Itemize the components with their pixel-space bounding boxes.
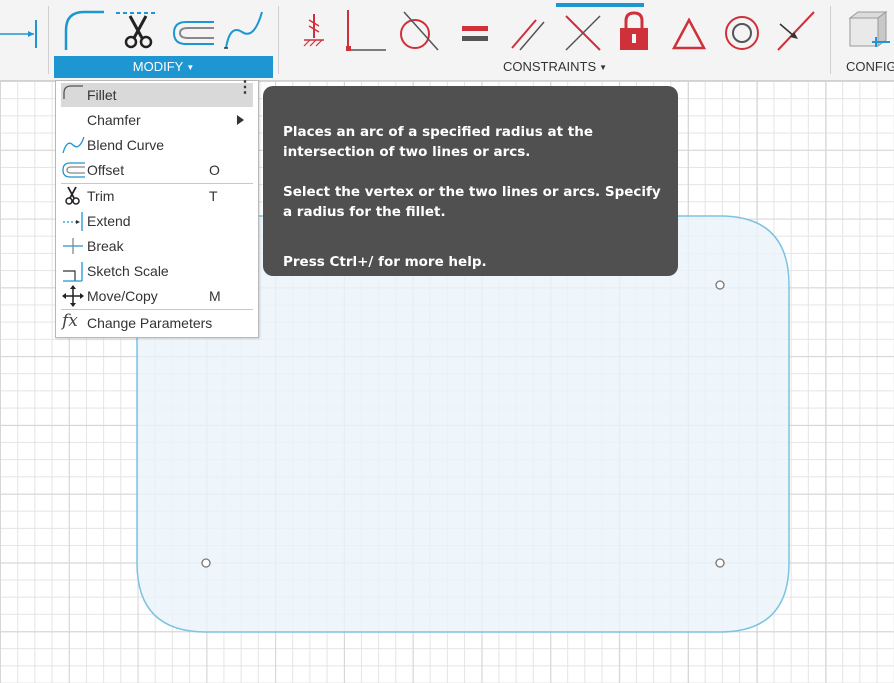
menu-item-label: Sketch Scale <box>87 263 169 279</box>
trim-icon <box>61 184 85 208</box>
menu-item-label: Change Parameters <box>87 315 213 331</box>
tooltip-help-hint: Press Ctrl+/ for more help. <box>283 254 487 270</box>
sketch-point[interactable] <box>715 558 725 568</box>
menu-item-label: Break <box>87 238 124 254</box>
menu-item-sketch-scale[interactable]: Sketch Scale <box>61 259 253 283</box>
modify-dropdown-menu: Fillet ⋮ Chamfer Blend Curve Offset O Tr… <box>55 80 259 338</box>
menu-item-move-copy[interactable]: Move/Copy M <box>61 284 253 308</box>
menu-item-fillet[interactable]: Fillet ⋮ <box>61 80 253 107</box>
menu-item-change-parameters[interactable]: fx Change Parameters <box>61 310 253 336</box>
menu-item-label: Move/Copy <box>87 288 158 304</box>
move-icon <box>61 284 85 308</box>
offset-icon <box>61 158 85 182</box>
menu-item-label: Fillet <box>87 87 117 103</box>
extend-icon <box>61 209 85 233</box>
sketch-point[interactable] <box>715 280 725 290</box>
tooltip-description: Places an arc of a specified radius at t… <box>283 124 593 160</box>
menu-item-label: Chamfer <box>87 112 141 128</box>
menu-item-label: Trim <box>87 188 115 204</box>
submenu-arrow-icon <box>237 115 244 125</box>
fillet-tooltip: Places an arc of a specified radius at t… <box>263 86 678 276</box>
break-icon <box>61 234 85 258</box>
sketch-scale-icon <box>61 259 85 283</box>
menu-item-chamfer[interactable]: Chamfer <box>61 108 253 132</box>
fx-icon: fx <box>62 311 78 331</box>
tooltip-instructions: Select the vertex or the two lines or ar… <box>283 184 661 220</box>
menu-item-label: Extend <box>87 213 131 229</box>
menu-item-shortcut: T <box>209 188 218 204</box>
menu-item-break[interactable]: Break <box>61 234 253 258</box>
menu-item-shortcut: O <box>209 162 220 178</box>
menu-item-offset[interactable]: Offset O <box>61 158 253 182</box>
menu-item-extend[interactable]: Extend <box>61 209 253 233</box>
fillet-icon <box>61 83 85 107</box>
menu-item-blend-curve[interactable]: Blend Curve <box>61 133 253 157</box>
menu-item-label: Blend Curve <box>87 137 165 153</box>
menu-item-shortcut: M <box>209 288 221 304</box>
blend-curve-icon <box>61 133 85 157</box>
more-options-icon[interactable]: ⋮ <box>237 80 253 96</box>
menu-item-trim[interactable]: Trim T <box>61 184 253 208</box>
menu-item-label: Offset <box>87 162 125 178</box>
sketch-point[interactable] <box>201 558 211 568</box>
